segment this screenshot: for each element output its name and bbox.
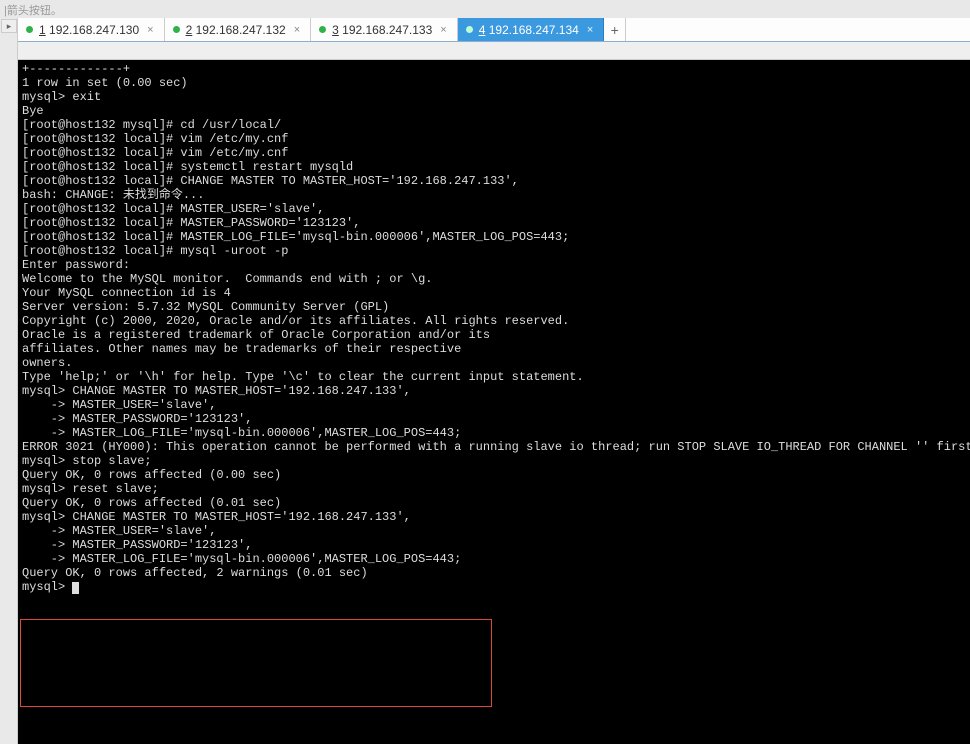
terminal-line: mysql> exit	[22, 90, 966, 104]
status-dot-icon	[173, 26, 180, 33]
tab-add-button[interactable]: +	[604, 18, 626, 41]
tab-label: 4 192.168.247.134	[479, 23, 579, 37]
terminal-line: Query OK, 0 rows affected, 2 warnings (0…	[22, 566, 966, 580]
session-tab-1[interactable]: 1 192.168.247.130 ×	[18, 18, 165, 41]
left-sidebar: ▸	[0, 18, 18, 744]
window-hint: |箭头按钮。	[0, 0, 970, 20]
terminal-line: bash: CHANGE: 未找到命令...	[22, 188, 966, 202]
terminal-line: Welcome to the MySQL monitor. Commands e…	[22, 272, 966, 286]
tab-index: 4	[479, 23, 486, 37]
tab-ip: 192.168.247.134	[489, 23, 579, 37]
tab-ip: 192.168.247.133	[342, 23, 432, 37]
session-toolbar	[18, 42, 970, 60]
terminal-line: -> MASTER_USER='slave',	[22, 398, 966, 412]
session-tab-2[interactable]: 2 192.168.247.132 ×	[165, 18, 312, 41]
close-icon[interactable]: ×	[585, 24, 595, 36]
tab-index: 1	[39, 23, 46, 37]
status-dot-icon	[26, 26, 33, 33]
terminal-line: mysql> CHANGE MASTER TO MASTER_HOST='192…	[22, 510, 966, 524]
sidebar-arrow-button[interactable]: ▸	[1, 19, 17, 33]
terminal-line: mysql> stop slave;	[22, 454, 966, 468]
tab-label: 2 192.168.247.132	[186, 23, 286, 37]
status-dot-icon	[466, 26, 473, 33]
terminal-line: [root@host132 local]# mysql -uroot -p	[22, 244, 966, 258]
terminal-line: mysql>	[22, 580, 966, 594]
terminal-line: -> MASTER_PASSWORD='123123',	[22, 538, 966, 552]
close-icon[interactable]: ×	[438, 24, 448, 36]
terminal-line: owners.	[22, 356, 966, 370]
terminal-line: [root@host132 local]# MASTER_PASSWORD='1…	[22, 216, 966, 230]
terminal-line: -> MASTER_LOG_FILE='mysql-bin.000006',MA…	[22, 552, 966, 566]
terminal-line: -> MASTER_PASSWORD='123123',	[22, 412, 966, 426]
close-icon[interactable]: ×	[145, 24, 155, 36]
tab-index: 3	[332, 23, 339, 37]
terminal-line: Enter password:	[22, 258, 966, 272]
status-dot-icon	[319, 26, 326, 33]
tab-label: 3 192.168.247.133	[332, 23, 432, 37]
close-icon[interactable]: ×	[292, 24, 302, 36]
terminal-line: [root@host132 local]# vim /etc/my.cnf	[22, 132, 966, 146]
terminal-line: +-------------+	[22, 62, 966, 76]
terminal-line: mysql> reset slave;	[22, 482, 966, 496]
terminal-line: [root@host132 local]# systemctl restart …	[22, 160, 966, 174]
terminal-line: 1 row in set (0.00 sec)	[22, 76, 966, 90]
terminal-line: Server version: 5.7.32 MySQL Community S…	[22, 300, 966, 314]
terminal-output[interactable]: +-------------+1 row in set (0.00 sec)my…	[18, 60, 970, 744]
tab-bar: 1 192.168.247.130×2 192.168.247.132×3 19…	[18, 18, 970, 42]
terminal-line: [root@host132 local]# MASTER_LOG_FILE='m…	[22, 230, 966, 244]
terminal-line: -> MASTER_LOG_FILE='mysql-bin.000006',MA…	[22, 426, 966, 440]
terminal-cursor	[72, 582, 79, 594]
terminal-line: Bye	[22, 104, 966, 118]
terminal-line: Query OK, 0 rows affected (0.01 sec)	[22, 496, 966, 510]
terminal-line: Type 'help;' or '\h' for help. Type '\c'…	[22, 370, 966, 384]
terminal-line: Oracle is a registered trademark of Orac…	[22, 328, 966, 342]
session-tab-4[interactable]: 4 192.168.247.134 ×	[458, 18, 605, 41]
terminal-line: Copyright (c) 2000, 2020, Oracle and/or …	[22, 314, 966, 328]
terminal-line: Query OK, 0 rows affected (0.00 sec)	[22, 468, 966, 482]
session-tab-3[interactable]: 3 192.168.247.133 ×	[311, 18, 458, 41]
tab-index: 2	[186, 23, 193, 37]
terminal-line: [root@host132 local]# vim /etc/my.cnf	[22, 146, 966, 160]
terminal-line: [root@host132 mysql]# cd /usr/local/	[22, 118, 966, 132]
terminal-line: [root@host132 local]# CHANGE MASTER TO M…	[22, 174, 966, 188]
tab-ip: 192.168.247.132	[196, 23, 286, 37]
terminal-line: Your MySQL connection id is 4	[22, 286, 966, 300]
terminal-line: -> MASTER_USER='slave',	[22, 524, 966, 538]
terminal-line: affiliates. Other names may be trademark…	[22, 342, 966, 356]
tab-ip: 192.168.247.130	[49, 23, 139, 37]
tab-label: 1 192.168.247.130	[39, 23, 139, 37]
terminal-line: mysql> CHANGE MASTER TO MASTER_HOST='192…	[22, 384, 966, 398]
terminal-line: [root@host132 local]# MASTER_USER='slave…	[22, 202, 966, 216]
terminal-line: ERROR 3021 (HY000): This operation canno…	[22, 440, 966, 454]
